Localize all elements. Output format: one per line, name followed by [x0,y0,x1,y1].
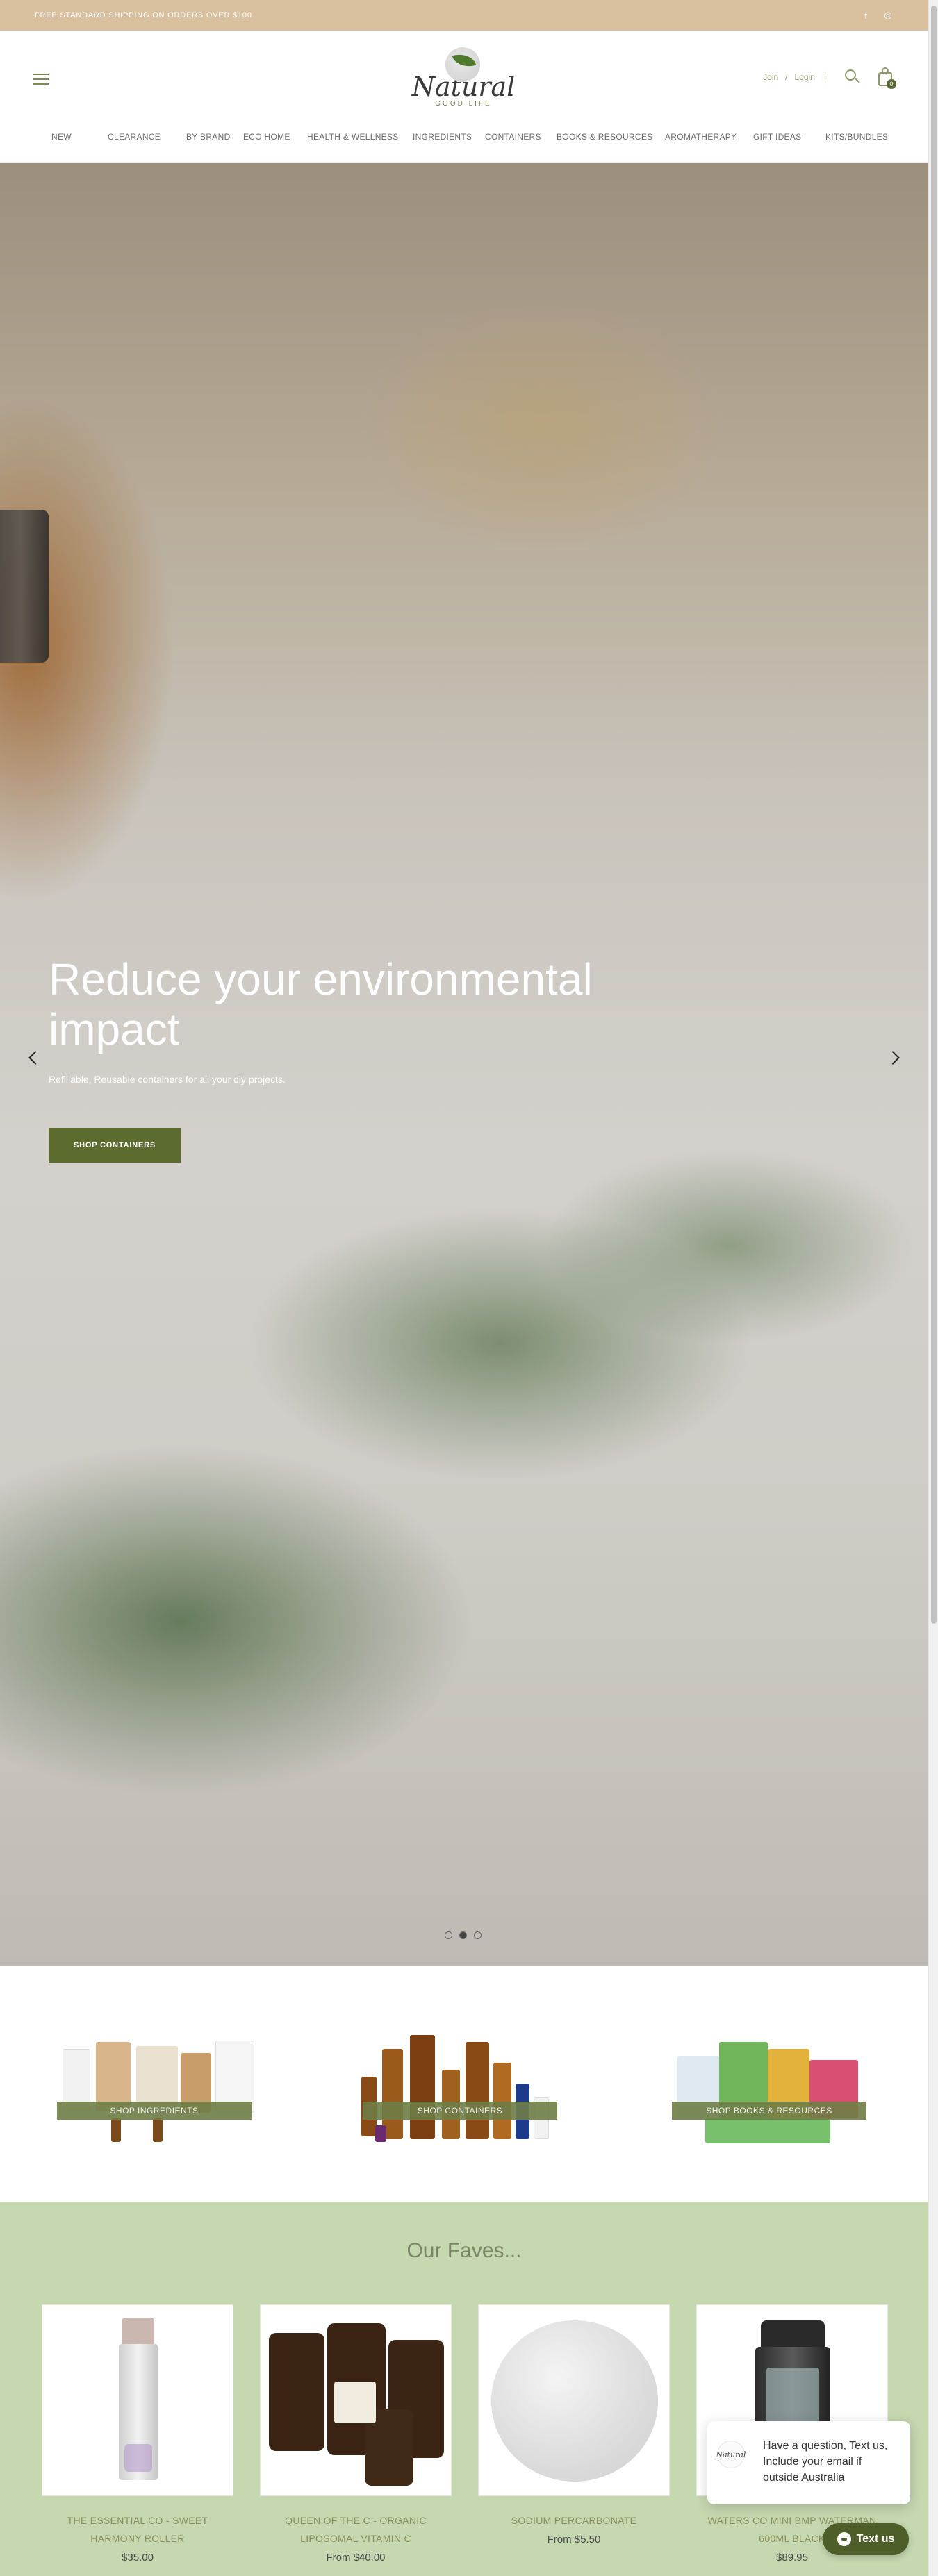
product-image[interactable] [42,2304,233,2496]
nav-books-resources[interactable]: BOOKS & RESOURCES [557,132,652,142]
cart-icon[interactable]: 0 [877,67,896,89]
menu-icon[interactable] [33,74,49,85]
nav-ingredients[interactable]: INGREDIENTS [413,132,472,142]
hero-slideshow: Reduce your environmental impact Refilla… [0,163,928,1966]
cart-count-badge: 0 [887,79,896,89]
product-card[interactable]: THE ESSENTIAL CO - SWEET HARMONY ROLLER … [42,2304,233,2563]
product-name[interactable]: QUEEN OF THE C - ORGANIC LIPOSOMAL VITAM… [260,2511,452,2548]
account-links: Join / Login | [763,72,824,82]
hero-text: Refillable, Reusable containers for all … [49,1074,286,1085]
category-tile-containers[interactable]: SHOP CONTAINERS [354,2021,577,2160]
site-logo[interactable]: Natural GOOD LIFE [404,44,523,121]
books-image [664,2021,886,2160]
slide-next-arrow-icon[interactable] [886,1050,903,1067]
category-label: SHOP CONTAINERS [363,2102,557,2120]
facebook-icon[interactable]: f [860,10,871,21]
product-price: $35.00 [122,2552,154,2563]
shop-containers-button[interactable]: SHOP CONTAINERS [49,1128,181,1163]
announcement-text: FREE STANDARD SHIPPING ON ORDERS OVER $1… [35,11,252,19]
scrollbar-thumb[interactable] [931,6,937,1624]
page-scrollbar[interactable] [928,0,938,2576]
product-name[interactable]: THE ESSENTIAL CO - SWEET HARMONY ROLLER [42,2511,233,2548]
separator: / [785,72,788,82]
social-links: f ◎ [860,10,894,21]
search-icon[interactable] [845,69,860,85]
slide-dots [445,1931,482,1939]
nav-kits-bundles[interactable]: KITS/BUNDLES [825,132,888,142]
nav-health-wellness[interactable]: HEALTH & WELLNESS [307,132,399,142]
slide-dot[interactable] [474,1931,482,1939]
hero-title: Reduce your environmental impact [49,954,593,1054]
category-tiles: SHOP INGREDIENTS SHOP CONTAINERS SHOP BO… [0,1966,928,2202]
product-card[interactable]: QUEEN OF THE C - ORGANIC LIPOSOMAL VITAM… [260,2304,452,2563]
product-image[interactable] [260,2304,452,2496]
login-link[interactable]: Login [795,72,815,82]
nav-by-brand[interactable]: BY BRAND [186,132,231,142]
slide-dot[interactable] [445,1931,452,1939]
nav-new[interactable]: NEW [51,132,72,142]
leaf-icon [443,44,484,83]
our-faves-section: Our Faves... THE ESSENTIAL CO - SWEET HA… [0,2202,928,2576]
slide-dot[interactable] [459,1931,467,1939]
nav-aromatherapy[interactable]: AROMATHERAPY [665,132,737,142]
section-title: Our Faves... [406,2239,522,2262]
chat-popup-text: Have a question, Text us, Include your e… [763,2440,888,2484]
separator: | [821,72,824,82]
chat-popup[interactable]: Natural Have a question, Text us, Includ… [707,2421,910,2504]
chat-avatar: Natural [716,2441,746,2468]
site-header: Natural GOOD LIFE Join / Login | 0 NEW C… [0,31,928,163]
slide-prev-arrow-icon[interactable] [26,1050,43,1067]
category-label: SHOP BOOKS & RESOURCES [672,2102,866,2120]
announcement-bar: FREE STANDARD SHIPPING ON ORDERS OVER $1… [0,0,928,31]
text-us-label: Text us [856,2533,895,2545]
category-tile-ingredients[interactable]: SHOP INGREDIENTS [49,2021,271,2160]
nav-clearance[interactable]: CLEARANCE [108,132,161,142]
hero-background-image [0,510,49,663]
chat-bubble-icon [837,2532,851,2546]
nav-gift-ideas[interactable]: GIFT IDEAS [753,132,801,142]
text-us-button[interactable]: Text us [823,2523,909,2555]
product-price: From $40.00 [326,2552,386,2563]
product-name[interactable]: SODIUM PERCARBONATE [478,2511,670,2529]
product-card[interactable]: SODIUM PERCARBONATE From $5.50 [478,2304,670,2545]
product-image[interactable] [478,2304,670,2496]
join-link[interactable]: Join [763,72,778,82]
product-price: From $5.50 [547,2534,601,2545]
category-label: SHOP INGREDIENTS [57,2102,252,2120]
instagram-icon[interactable]: ◎ [882,10,894,21]
ingredients-image [49,2021,271,2160]
nav-eco-home[interactable]: ECO HOME [243,132,290,142]
main-nav: NEW CLEARANCE BY BRAND ECO HOME HEALTH &… [0,132,928,153]
nav-containers[interactable]: CONTAINERS [485,132,541,142]
category-tile-books[interactable]: SHOP BOOKS & RESOURCES [664,2021,886,2160]
containers-image [354,2021,577,2160]
